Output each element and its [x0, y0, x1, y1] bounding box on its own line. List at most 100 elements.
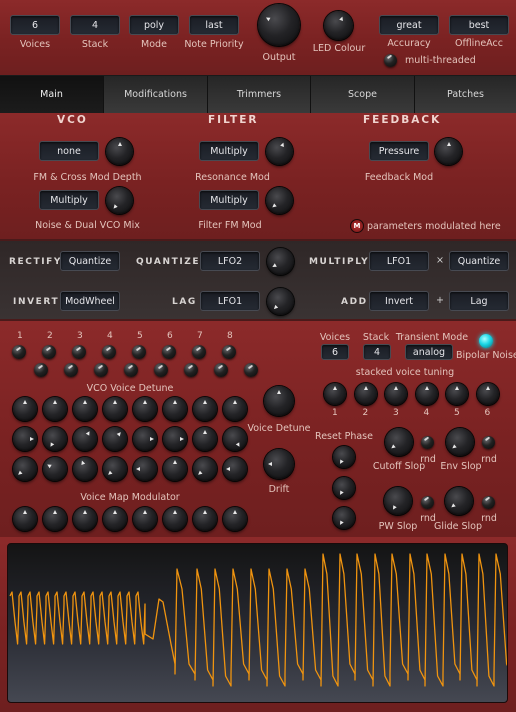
vco-detune-knob[interactable]	[193, 427, 217, 451]
vco-detune-knob[interactable]	[223, 457, 247, 481]
voice-toggle-row1[interactable]	[192, 345, 206, 359]
stack-selector[interactable]: 4	[70, 15, 120, 35]
tab-main[interactable]: Main	[0, 76, 104, 113]
quantize-source-selector[interactable]: LFO2	[200, 251, 260, 271]
filter-fm-knob[interactable]	[266, 187, 293, 214]
vco-detune-knob[interactable]	[163, 397, 187, 421]
voice-toggle-row1[interactable]	[132, 345, 146, 359]
vco-detune-knob[interactable]	[133, 427, 157, 451]
vco-detune-knob[interactable]	[13, 457, 37, 481]
voice-toggle-row2[interactable]	[64, 363, 78, 377]
noise-source-selector[interactable]: Multiply	[39, 190, 99, 210]
voices-selector[interactable]: 6	[10, 15, 60, 35]
vco-detune-knob[interactable]	[103, 457, 127, 481]
reset-phase-knob-3[interactable]	[333, 507, 355, 529]
stacked-tuning-knob[interactable]	[354, 383, 377, 405]
vco-detune-knob[interactable]	[43, 397, 67, 421]
voice-toggle-row2[interactable]	[184, 363, 198, 377]
note-priority-selector[interactable]: last	[189, 15, 239, 35]
transient-mode-selector[interactable]: analog	[405, 344, 453, 360]
fm-source-selector[interactable]: none	[39, 141, 99, 161]
reset-phase-knob-1[interactable]	[333, 446, 355, 468]
resonance-mod-knob[interactable]	[266, 138, 293, 165]
multiply-b-selector[interactable]: Quantize	[449, 251, 509, 271]
vco-detune-knob[interactable]	[43, 457, 67, 481]
stack-count-display[interactable]: 4	[363, 344, 391, 360]
resonance-source-selector[interactable]: Multiply	[199, 141, 259, 161]
voice-map-knob[interactable]	[43, 507, 67, 531]
voice-toggle-row1[interactable]	[12, 345, 26, 359]
glide-slop-rnd-toggle[interactable]	[482, 496, 495, 509]
stacked-tuning-knob[interactable]	[324, 383, 346, 405]
add-a-selector[interactable]: Invert	[369, 291, 429, 311]
voice-map-knob[interactable]	[163, 507, 187, 531]
noise-mix-knob[interactable]	[106, 187, 133, 214]
feedback-source-selector[interactable]: Pressure	[369, 141, 429, 161]
vco-detune-knob[interactable]	[73, 457, 97, 481]
voice-toggle-row2[interactable]	[214, 363, 228, 377]
vco-detune-knob[interactable]	[133, 397, 157, 421]
fm-depth-knob[interactable]	[106, 138, 133, 165]
voice-map-knob[interactable]	[133, 507, 157, 531]
voice-toggle-row1[interactable]	[42, 345, 56, 359]
voice-map-knob[interactable]	[193, 507, 217, 531]
tab-patches[interactable]: Patches	[415, 76, 516, 113]
stacked-tuning-knob[interactable]	[476, 383, 499, 405]
multithreaded-toggle[interactable]	[384, 54, 397, 67]
voice-map-knob[interactable]	[73, 507, 97, 531]
voice-map-knob[interactable]	[223, 507, 247, 531]
vco-detune-knob[interactable]	[13, 397, 37, 421]
lag-knob[interactable]	[267, 288, 294, 315]
glide-slop-knob[interactable]	[445, 487, 473, 515]
vco-detune-knob[interactable]	[223, 427, 247, 451]
vco-detune-knob[interactable]	[13, 427, 37, 451]
voice-toggle-row2[interactable]	[154, 363, 168, 377]
vco-detune-knob[interactable]	[103, 427, 127, 451]
multiply-a-selector[interactable]: LFO1	[369, 251, 429, 271]
cutoff-slop-knob[interactable]	[385, 428, 413, 456]
voice-toggle-row1[interactable]	[72, 345, 86, 359]
reset-phase-knob-2[interactable]	[333, 477, 355, 499]
vco-detune-knob[interactable]	[163, 457, 187, 481]
filter-fm-source-selector[interactable]: Multiply	[199, 190, 259, 210]
vco-detune-knob[interactable]	[133, 457, 157, 481]
tab-trimmers[interactable]: Trimmers	[208, 76, 311, 113]
vco-detune-knob[interactable]	[163, 427, 187, 451]
vco-detune-knob[interactable]	[73, 397, 97, 421]
voice-toggle-row1[interactable]	[162, 345, 176, 359]
voice-detune-knob[interactable]	[264, 386, 294, 416]
stacked-tuning-knob[interactable]	[415, 383, 438, 405]
vco-detune-knob[interactable]	[193, 397, 217, 421]
cutoff-slop-rnd-toggle[interactable]	[421, 436, 434, 449]
vco-detune-knob[interactable]	[103, 397, 127, 421]
stacked-tuning-knob[interactable]	[446, 383, 468, 405]
vco-detune-knob[interactable]	[193, 457, 217, 481]
output-knob[interactable]	[258, 4, 300, 46]
voices-count-display[interactable]: 6	[321, 344, 349, 360]
voice-toggle-row2[interactable]	[244, 363, 258, 377]
quantize-knob[interactable]	[267, 248, 294, 275]
mode-selector[interactable]: poly	[129, 15, 179, 35]
accuracy-selector[interactable]: great	[379, 15, 439, 35]
drift-knob[interactable]	[264, 449, 294, 479]
env-slop-knob[interactable]	[446, 428, 474, 456]
pw-slop-knob[interactable]	[384, 487, 412, 515]
add-b-selector[interactable]: Lag	[449, 291, 509, 311]
bipolar-noise-led[interactable]	[479, 334, 493, 348]
voice-toggle-row2[interactable]	[34, 363, 48, 377]
led-colour-knob[interactable]	[324, 11, 353, 40]
feedback-mod-knob[interactable]	[435, 138, 462, 165]
stacked-tuning-knob[interactable]	[385, 383, 407, 405]
env-slop-rnd-toggle[interactable]	[482, 436, 495, 449]
voice-map-knob[interactable]	[13, 507, 37, 531]
pw-slop-rnd-toggle[interactable]	[421, 496, 434, 509]
rectify-source-selector[interactable]: Quantize	[60, 251, 120, 271]
tab-scope[interactable]: Scope	[311, 76, 415, 113]
offline-accuracy-selector[interactable]: best	[449, 15, 509, 35]
voice-toggle-row1[interactable]	[222, 345, 236, 359]
lag-source-selector[interactable]: LFO1	[200, 291, 260, 311]
tab-modifications[interactable]: Modifications	[104, 76, 208, 113]
voice-map-knob[interactable]	[103, 507, 127, 531]
voice-toggle-row2[interactable]	[124, 363, 138, 377]
vco-detune-knob[interactable]	[43, 427, 67, 451]
